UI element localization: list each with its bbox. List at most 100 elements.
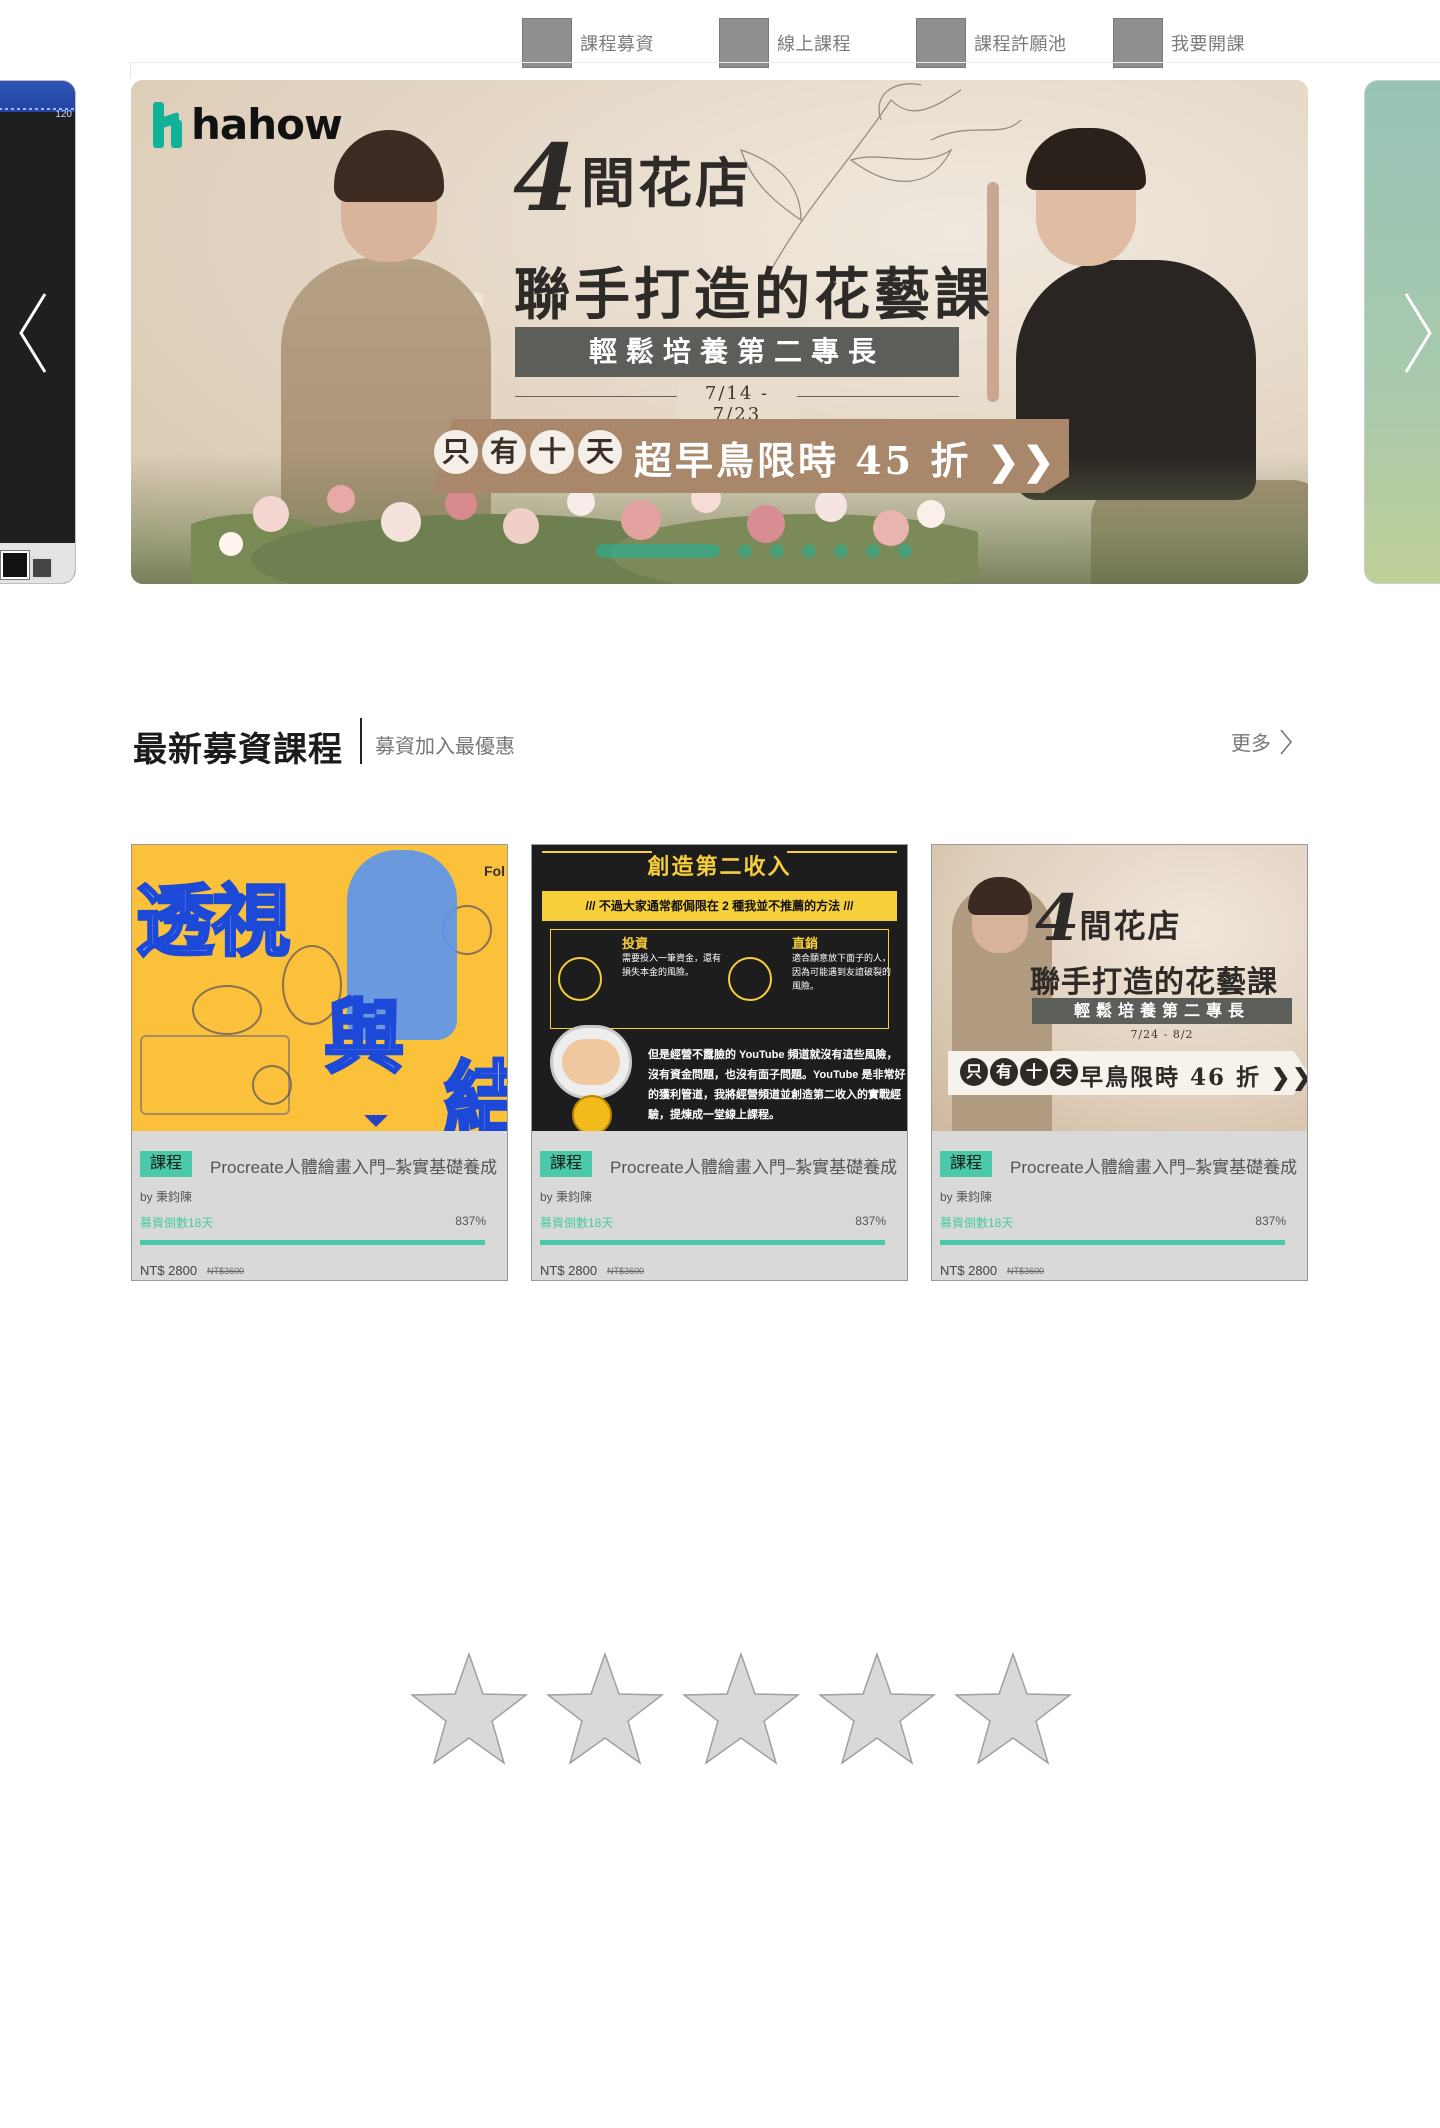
carousel-dot[interactable] [866, 544, 880, 558]
thumbnail-text: 結 [443, 1035, 508, 1132]
course-days-left: 募資倒數18天 [140, 1216, 214, 1230]
banner-subtitle: 輕鬆培養第二專長 [515, 327, 959, 377]
promo-badge: 只 [960, 1058, 988, 1086]
slide-zoom-text: 120 [55, 109, 72, 120]
thumbnail-promo-badges: 只 有 十 天 [960, 1058, 1078, 1086]
banner-title-line2: 聯手打造的花藝課 [514, 262, 994, 328]
promo-badge: 天 [1050, 1058, 1078, 1086]
online-course-icon [719, 18, 769, 68]
course-original-price: NT$3600 [1007, 1266, 1045, 1276]
course-title[interactable]: Procreate人體繪畫入門–紮實基礎養成 [1010, 1153, 1297, 1178]
thumbnail-col-text: 適合願意放下面子的人，因為可能遇到友誼破裂的風險。 [792, 953, 892, 991]
star-icon[interactable] [546, 1652, 664, 1766]
more-label: 更多 [1231, 733, 1271, 755]
nav-label: 我要開課 [1171, 34, 1245, 54]
star-icon[interactable] [818, 1652, 936, 1766]
thumbnail-subtitle: 輕鬆培養第二專長 [1032, 998, 1292, 1024]
thumbnail-col-text: 需要投入一筆資金，還有損失本金的風險。 [622, 953, 722, 977]
chevron-right-icon [1280, 728, 1293, 755]
banner-date: 7/14 - 7/23 [677, 383, 797, 425]
star-icon[interactable] [682, 1652, 800, 1766]
carousel-dot[interactable] [898, 544, 912, 558]
promo-badge: 十 [1020, 1058, 1048, 1086]
carousel-dot[interactable] [770, 544, 784, 558]
course-price: NT$ 2800 [540, 1263, 598, 1278]
banner-title-line1: 間花店 [581, 151, 753, 215]
header-divider [130, 62, 1440, 63]
section-divider [360, 718, 362, 764]
thumbnail-title-line2: 聯手打造的花藝課 [1030, 965, 1278, 1000]
teach-icon [1113, 18, 1163, 68]
course-progress-bar [140, 1240, 485, 1245]
promo-badge: 十 [530, 430, 574, 474]
carousel-banner[interactable]: hahow 4 間花店 聯手打造的花藝課 輕鬆培養第二專長 7/14 - 7/2… [131, 80, 1308, 584]
course-tag: 課程 [540, 1151, 592, 1177]
color-swatch-black [0, 550, 30, 580]
carousel-dot[interactable] [802, 544, 816, 558]
course-tag: 課程 [140, 1151, 192, 1177]
course-original-price: NT$3600 [207, 1266, 245, 1276]
star-icon[interactable] [410, 1652, 528, 1766]
banner-title-number: 4 [513, 124, 578, 232]
course-tag: 課程 [940, 1151, 992, 1177]
course-title[interactable]: Procreate人體繪畫入門–紮實基礎養成 [610, 1153, 897, 1178]
course-thumbnail: 創造第二收入 /// 不過大家通常都侷限在 2 種我並不推薦的方法 /// 投資… [532, 845, 907, 1131]
thumbnail-corner-text: Fol [484, 863, 505, 879]
course-days-left: 募資倒數18天 [940, 1216, 1014, 1230]
triangle-icon [364, 1115, 388, 1127]
thumbnail-col-title: 直銷 [792, 936, 819, 951]
thumbnail-text: 與 [323, 990, 406, 1086]
banner-title: 4 間花店 [513, 132, 752, 224]
thumbnail-title-line1: 間花店 [1079, 907, 1182, 945]
carousel-prev-arrow-icon[interactable] [15, 290, 51, 376]
thumbnail-title: 4 間花店 [1035, 887, 1182, 951]
hahow-logo-mark [153, 101, 183, 148]
thumbnail-heading: 創造第二收入 [647, 854, 792, 880]
course-percent: 837% [855, 1214, 886, 1228]
course-price: NT$ 2800 [140, 1263, 198, 1278]
promo-badges: 只 有 十 天 [434, 430, 622, 474]
course-card[interactable]: 4 間花店 聯手打造的花藝課 輕鬆培養第二專長 7/24 - 8/2 只 有 十… [931, 844, 1308, 1281]
wishlist-icon [916, 18, 966, 68]
course-info: 課程 Procreate人體繪畫入門–紮實基礎養成 by 秉鈞陳 募資倒數18天… [932, 1131, 1307, 1280]
carousel-next-arrow-icon[interactable] [1400, 290, 1436, 376]
carousel-dot-active[interactable] [596, 544, 720, 558]
course-original-price: NT$3600 [607, 1266, 645, 1276]
section-title: 最新募資課程 [133, 731, 343, 769]
thumbnail-date: 7/24 - 8/2 [1130, 1028, 1194, 1041]
course-title[interactable]: Procreate人體繪畫入門–紮實基礎養成 [210, 1153, 497, 1178]
course-thumbnail: 4 間花店 聯手打造的花藝課 輕鬆培養第二專長 7/24 - 8/2 只 有 十… [932, 845, 1307, 1131]
crowdfunding-icon [522, 18, 572, 68]
carousel-dot[interactable] [738, 544, 752, 558]
carousel-dot[interactable] [834, 544, 848, 558]
star-icon[interactable] [954, 1652, 1072, 1766]
nav-label: 線上課程 [777, 34, 851, 54]
course-info: 課程 Procreate人體繪畫入門–紮實基礎養成 by 秉鈞陳 募資倒數18天… [532, 1131, 907, 1280]
star-rating [410, 1652, 1072, 1766]
promo-badge: 有 [990, 1058, 1018, 1086]
bottle-icon [558, 957, 602, 1001]
more-link[interactable]: 更多 [1231, 727, 1293, 756]
promo-badge: 天 [578, 430, 622, 474]
course-author: by 秉鈞陳 [140, 1190, 193, 1204]
course-card[interactable]: 創造第二收入 /// 不過大家通常都侷限在 2 種我並不推薦的方法 /// 投資… [531, 844, 908, 1281]
course-card[interactable]: 透視 與 結 Fol 課程 Procreate人體繪畫入門–紮實基礎養成 by … [131, 844, 508, 1281]
course-progress-bar [940, 1240, 1285, 1245]
promo-badge: 有 [482, 430, 526, 474]
hahow-logo-text: hahow [191, 100, 343, 149]
course-percent: 837% [1255, 1214, 1286, 1228]
nav-label: 課程許願池 [974, 34, 1067, 54]
lightning-icon [728, 957, 772, 1001]
nav-label: 課程募資 [580, 34, 654, 54]
promo-text: 超早鳥限時 45 折 ❯❯ [634, 438, 1058, 483]
course-progress-bar [540, 1240, 885, 1245]
header-divider-vertical [130, 62, 131, 78]
color-swatch-gray [31, 557, 53, 579]
course-thumbnail: 透視 與 結 Fol [132, 845, 507, 1131]
course-author: by 秉鈞陳 [940, 1190, 993, 1204]
promo-badge: 只 [434, 430, 478, 474]
course-info: 課程 Procreate人體繪畫入門–紮實基礎養成 by 秉鈞陳 募資倒數18天… [132, 1131, 507, 1280]
thumbnail-col-title: 投資 [622, 936, 649, 951]
hahow-logo: hahow [153, 100, 343, 149]
thumbnail-title-number: 4 [1035, 881, 1080, 956]
